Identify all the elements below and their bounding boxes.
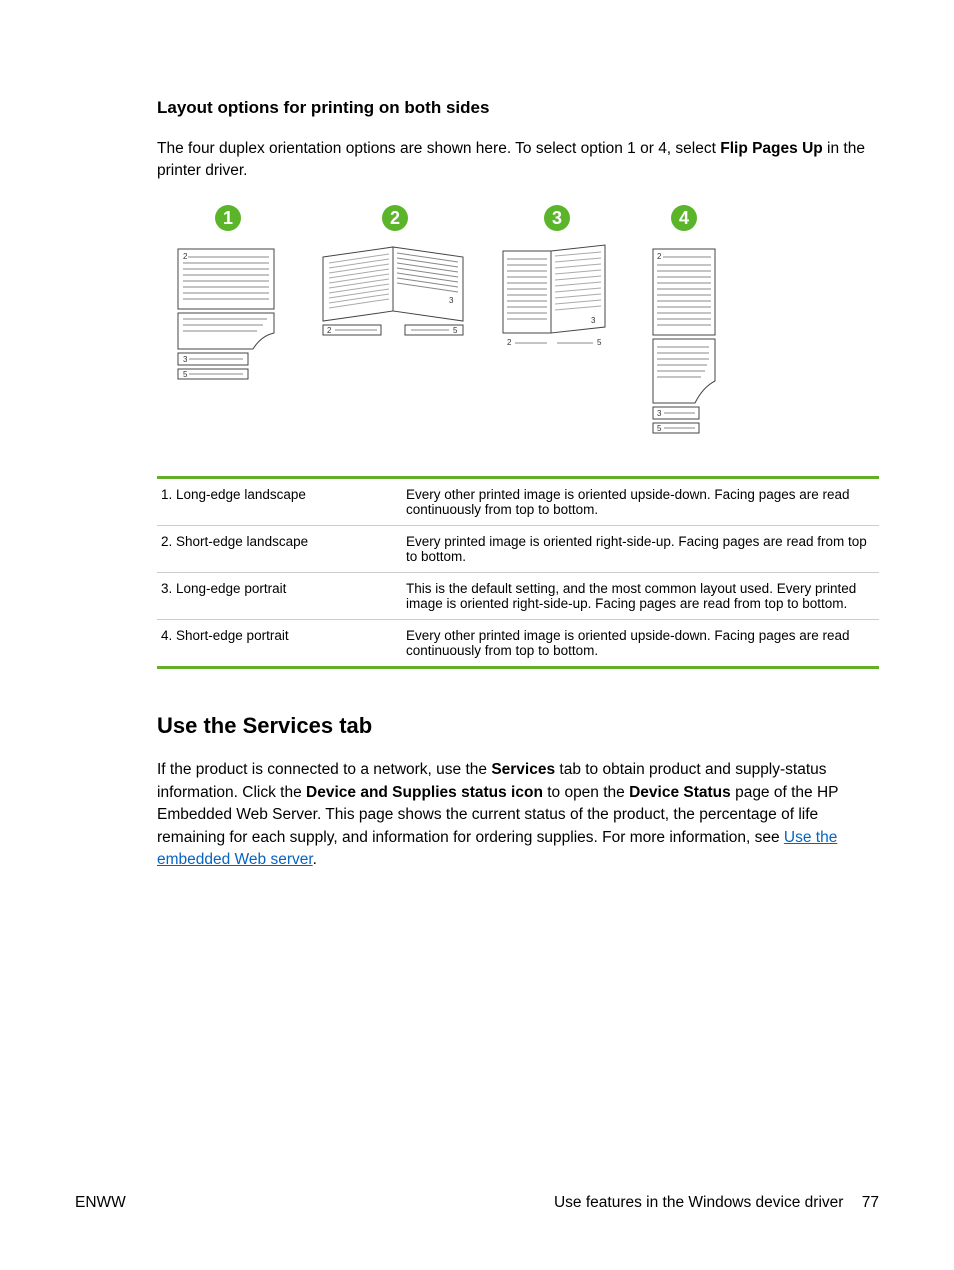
footer-page-number: 77	[862, 1194, 879, 1211]
heading-services-tab: Use the Services tab	[157, 713, 879, 739]
table-label: 3. Long-edge portrait	[161, 581, 406, 611]
svg-text:5: 5	[657, 424, 662, 433]
intro-paragraph: The four duplex orientation options are …	[157, 138, 879, 181]
svg-text:5: 5	[597, 338, 602, 347]
layout-options-table: 1. Long-edge landscape Every other print…	[157, 476, 879, 669]
figure-number-4: 4	[671, 205, 697, 231]
svg-text:3: 3	[591, 316, 596, 325]
svg-text:5: 5	[453, 326, 458, 335]
table-desc: Every printed image is oriented right-si…	[406, 534, 875, 564]
svg-text:5: 5	[183, 370, 188, 379]
svg-text:2: 2	[327, 326, 332, 335]
figure-2-diagram: 3 2 5	[315, 241, 475, 361]
table-row: 1. Long-edge landscape Every other print…	[157, 479, 879, 526]
page-footer: ENWW Use features in the Windows device …	[75, 1194, 879, 1212]
services-t5: .	[313, 851, 317, 868]
svg-text:2: 2	[657, 252, 662, 261]
table-row: 4. Short-edge portrait Every other print…	[157, 620, 879, 669]
table-desc: Every other printed image is oriented up…	[406, 487, 875, 517]
figure-number-2: 2	[382, 205, 408, 231]
figure-number-3: 3	[544, 205, 570, 231]
svg-text:2: 2	[183, 252, 188, 261]
figure-3-diagram: 3 2 5	[497, 241, 617, 361]
services-t3: to open the	[543, 784, 629, 801]
svg-text:3: 3	[183, 355, 188, 364]
table-label: 4. Short-edge portrait	[161, 628, 406, 658]
figure-4-diagram: 2	[639, 241, 729, 441]
intro-text-1: The four duplex orientation options are …	[157, 140, 720, 157]
table-row: 3. Long-edge portrait This is the defaul…	[157, 573, 879, 620]
svg-text:2: 2	[507, 338, 512, 347]
footer-right: Use features in the Windows device drive…	[554, 1194, 879, 1212]
figure-3: 3	[497, 205, 617, 366]
table-desc: This is the default setting, and the mos…	[406, 581, 875, 611]
figure-1-diagram: 2 3 5	[163, 241, 293, 391]
footer-left: ENWW	[75, 1194, 126, 1212]
figure-2: 2	[315, 205, 475, 366]
services-b3: Device Status	[629, 784, 731, 801]
table-label: 1. Long-edge landscape	[161, 487, 406, 517]
table-row: 2. Short-edge landscape Every printed im…	[157, 526, 879, 573]
services-b2: Device and Supplies status icon	[306, 784, 543, 801]
services-t1: If the product is connected to a network…	[157, 761, 491, 778]
table-label: 2. Short-edge landscape	[161, 534, 406, 564]
services-paragraph: If the product is connected to a network…	[157, 759, 879, 871]
heading-layout-options: Layout options for printing on both side…	[157, 98, 879, 118]
services-b1: Services	[491, 761, 555, 778]
figure-number-1: 1	[215, 205, 241, 231]
figure-4: 4 2	[639, 205, 729, 446]
footer-section-label: Use features in the Windows device drive…	[554, 1194, 843, 1211]
figure-1: 1 2 3 5	[163, 205, 293, 396]
intro-bold: Flip Pages Up	[720, 140, 823, 157]
svg-text:3: 3	[449, 296, 454, 305]
figure-row: 1 2 3 5 2	[163, 205, 879, 446]
table-desc: Every other printed image is oriented up…	[406, 628, 875, 658]
svg-text:3: 3	[657, 409, 662, 418]
